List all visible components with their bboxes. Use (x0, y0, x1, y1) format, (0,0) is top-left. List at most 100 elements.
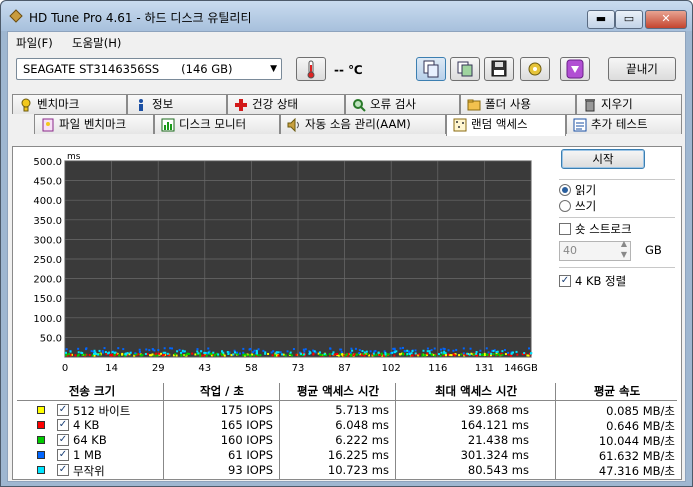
tab-label: 오류 검사 (370, 97, 416, 111)
data-point (180, 351, 183, 354)
data-point (186, 352, 189, 355)
data-point (403, 349, 406, 352)
row-checkbox[interactable]: ✓ (57, 449, 69, 461)
maximize-button[interactable]: ▭ (615, 10, 643, 29)
gb-unit-label: GB (645, 243, 662, 257)
data-point (391, 351, 394, 354)
extra-tests-icon (573, 118, 587, 132)
data-point (77, 351, 80, 354)
data-point (458, 354, 461, 357)
data-point (351, 349, 354, 352)
short-stroke-size-input[interactable]: 40 ▲ ▼ (559, 239, 631, 261)
y-tick-label: 100.0 (33, 314, 62, 325)
data-point (349, 351, 352, 354)
data-point (223, 354, 226, 357)
data-point (157, 349, 160, 352)
data-point (153, 354, 156, 357)
data-point (490, 352, 493, 355)
data-point (374, 349, 377, 352)
short-stroke-checkbox[interactable] (559, 223, 571, 235)
row-checkbox[interactable]: ✓ (57, 464, 69, 476)
data-point (113, 351, 116, 354)
download-button[interactable] (560, 57, 590, 81)
minimize-button[interactable]: ▬ (587, 10, 615, 29)
tab-benchmark[interactable]: 벤치마크 (12, 94, 127, 114)
data-point (360, 354, 363, 357)
data-point (399, 347, 402, 350)
speaker-icon (287, 118, 299, 132)
data-point (334, 353, 337, 356)
data-point (98, 349, 101, 352)
tab-extra-tests[interactable]: 추가 테스트 (566, 114, 682, 134)
data-point (77, 347, 80, 350)
data-point (452, 349, 455, 352)
data-point (475, 352, 478, 355)
tab-folder-usage[interactable]: 폴더 사용 (460, 94, 576, 114)
data-point (144, 353, 147, 356)
data-point (365, 350, 368, 353)
copy-info-button[interactable] (416, 57, 446, 81)
drive-select-value: SEAGATE ST3146356SS (146 GB) (23, 62, 233, 76)
row-checkbox[interactable]: ✓ (57, 434, 69, 446)
header-ops: 작업 / 초 (200, 384, 244, 398)
short-stroke-label: 숏 스트로크 (575, 222, 632, 236)
tab-erase[interactable]: 지우기 (576, 94, 682, 114)
data-point (428, 352, 431, 355)
menu-help[interactable]: 도움말(H) (72, 35, 121, 51)
data-point (205, 354, 208, 357)
data-point (455, 348, 458, 351)
exit-button[interactable]: 끝내기 (608, 57, 676, 81)
data-point (401, 346, 404, 349)
data-point (302, 348, 305, 351)
data-point (194, 353, 197, 356)
x-tick-label: 0 (62, 363, 68, 374)
row-avg-speed: 0.646 MB/초 (606, 419, 675, 433)
row-iops: 160 IOPS (220, 433, 273, 447)
color-swatch (37, 451, 45, 459)
temperature-button[interactable] (296, 57, 326, 81)
drive-select[interactable]: SEAGATE ST3146356SS (146 GB) ▼ (16, 58, 282, 80)
data-point (378, 353, 381, 356)
row-checkbox[interactable]: ✓ (57, 404, 69, 416)
tab-file-benchmark[interactable]: 파일 벤치마크 (34, 114, 154, 134)
tab-disk-monitor[interactable]: 디스크 모니터 (154, 114, 280, 134)
data-point (402, 352, 405, 355)
copy-screenshot-button[interactable] (450, 57, 480, 81)
close-button[interactable]: ✕ (645, 10, 687, 29)
data-point (290, 354, 293, 357)
folder-usage-icon (467, 99, 481, 111)
data-point (245, 354, 248, 357)
menu-file[interactable]: 파일(F) (16, 35, 53, 51)
tab-health[interactable]: 건강 상태 (227, 94, 345, 114)
align-4kb-checkbox[interactable]: ✓ (559, 275, 571, 287)
tab-random-access[interactable]: 랜덤 액세스 (446, 114, 566, 136)
row-name: 64 KB (73, 433, 107, 447)
start-button[interactable]: 시작 (561, 149, 645, 169)
write-radio[interactable] (559, 200, 571, 212)
data-point (462, 352, 465, 355)
data-point (138, 348, 141, 351)
options-button[interactable] (520, 57, 550, 81)
data-point (183, 350, 186, 353)
data-point (124, 352, 127, 355)
data-point (242, 354, 245, 357)
data-point (253, 354, 256, 357)
data-point (267, 352, 270, 355)
tab-info[interactable]: 정보 (127, 94, 227, 114)
data-point (530, 352, 533, 355)
save-button[interactable] (484, 57, 514, 81)
row-max-access: 39.868 ms (467, 403, 529, 417)
row-name: 512 바이트 (73, 404, 131, 418)
data-point (406, 349, 409, 352)
data-point (481, 353, 484, 356)
tab-error-scan[interactable]: 오류 검사 (345, 94, 460, 114)
read-radio[interactable] (559, 184, 571, 196)
data-point (528, 347, 531, 350)
data-point (384, 353, 387, 356)
data-point (430, 353, 433, 356)
row-checkbox[interactable]: ✓ (57, 419, 69, 431)
tab-aam[interactable]: 자동 소음 관리(AAM) (280, 114, 446, 134)
row-name: 1 MB (73, 448, 102, 462)
spin-down-icon[interactable]: ▼ (621, 249, 627, 261)
data-point (424, 354, 427, 357)
